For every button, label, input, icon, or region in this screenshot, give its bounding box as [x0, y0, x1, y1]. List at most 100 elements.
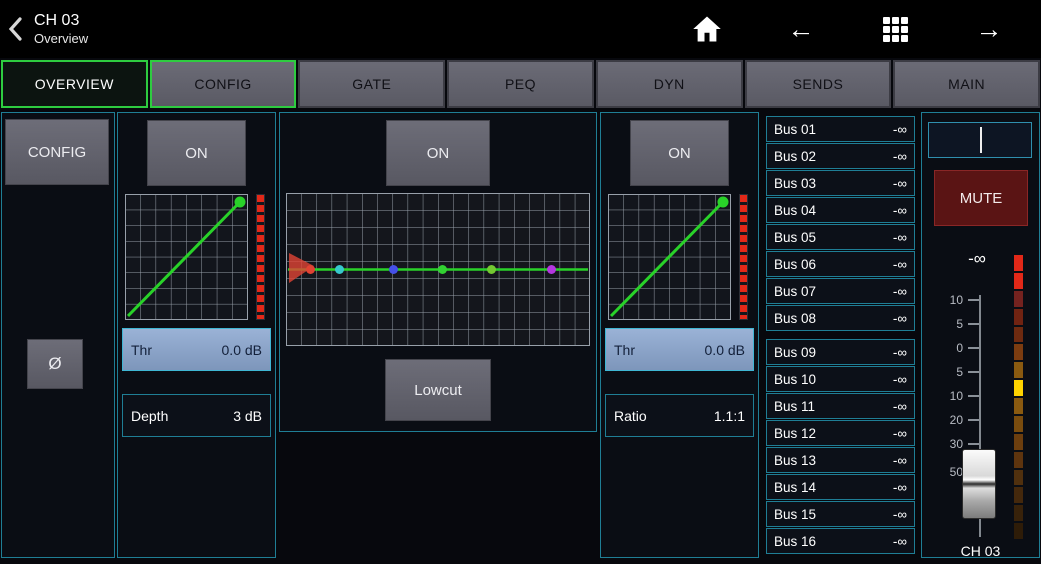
bus-send-level: -∞	[893, 453, 907, 468]
gate-on-button[interactable]: ON	[147, 120, 246, 186]
chevron-left-icon	[6, 14, 24, 44]
meter-segment	[1014, 362, 1023, 378]
bus-send-row-15[interactable]: Bus 15-∞	[766, 501, 915, 527]
view-subtitle: Overview	[34, 31, 88, 47]
bus-send-row-3[interactable]: Bus 03 -∞	[766, 170, 915, 196]
bus-name: Bus 12	[774, 426, 816, 441]
tab-gate[interactable]: GATE	[298, 60, 445, 108]
prev-button[interactable]: ←	[783, 11, 819, 47]
main-fader-panel: MUTE -∞ 10 5 0 5 10 20 30 50	[921, 112, 1040, 558]
lowcut-button[interactable]: Lowcut	[385, 359, 491, 421]
bus-send-row-12[interactable]: Bus 12 -∞	[766, 420, 915, 446]
bus-name: Bus 02	[774, 149, 816, 164]
meter-segment	[1014, 434, 1023, 450]
channel-header: CH 03 Overview	[34, 11, 88, 47]
gate-threshold-value: 0.0 dB	[222, 342, 262, 358]
bus-send-row-7[interactable]: Bus 07-∞	[766, 278, 915, 304]
pan-marker	[980, 127, 982, 153]
next-button[interactable]: →	[971, 11, 1007, 47]
bus-send-level: -∞	[893, 284, 907, 299]
meter-segment	[1014, 470, 1023, 486]
bus-send-row-11[interactable]: Bus 11-∞	[766, 393, 915, 419]
dyn-on-button[interactable]: ON	[630, 120, 729, 186]
bus-send-level: -∞	[893, 426, 907, 441]
gate-transfer-graph[interactable]	[125, 194, 248, 320]
dyn-threshold-field[interactable]: Thr 0.0 dB	[605, 328, 754, 371]
gate-threshold-field[interactable]: Thr 0.0 dB	[122, 328, 271, 371]
bus-name: Bus 03	[774, 176, 816, 191]
bus-name: Bus 14	[774, 480, 816, 495]
bus-send-row-16[interactable]: Bus 16-∞	[766, 528, 915, 554]
dyn-transfer-graph[interactable]	[608, 194, 731, 320]
peq-band2-handle[interactable]	[335, 265, 344, 274]
home-button[interactable]	[689, 11, 725, 47]
peq-on-button[interactable]: ON	[386, 120, 490, 186]
meter-segment	[1014, 487, 1023, 503]
keypad-button[interactable]	[877, 11, 913, 47]
bus-send-row-2[interactable]: Bus 02-∞	[766, 143, 915, 169]
meter-segment	[1014, 398, 1023, 414]
peq-curve-graph[interactable]	[286, 193, 590, 346]
bus-name: Bus 08	[774, 311, 816, 326]
dyn-ratio-value: 1.1:1	[714, 408, 745, 424]
tab-main[interactable]: MAIN	[893, 60, 1040, 108]
meter-segment	[1014, 452, 1023, 468]
fader-scale-mark: 10	[936, 293, 980, 307]
bus-send-level: -∞	[893, 230, 907, 245]
bus-send-row-1[interactable]: Bus 01-∞	[766, 116, 915, 142]
pan-indicator[interactable]	[928, 122, 1032, 158]
bus-name: Bus 04	[774, 203, 816, 218]
bus-name: Bus 09	[774, 345, 816, 360]
tab-sends[interactable]: SENDS	[745, 60, 892, 108]
tab-config[interactable]: CONFIG	[150, 60, 297, 108]
bus-send-row-13[interactable]: Bus 13-∞	[766, 447, 915, 473]
bus-send-level: -∞	[893, 203, 907, 218]
main-area: CONFIG Ø ON Thr 0.0 dB Depth 3 dB	[0, 110, 1041, 564]
tab-dyn[interactable]: DYN	[596, 60, 743, 108]
channel-level-meter	[1014, 255, 1023, 539]
fader-scale-mark: 5	[936, 317, 980, 331]
bus-name: Bus 15	[774, 507, 816, 522]
fader-scale-mark: 0	[936, 341, 980, 355]
meter-segment	[1014, 523, 1023, 539]
bus-send-row-5[interactable]: Bus 05 -∞	[766, 224, 915, 250]
config-button[interactable]: CONFIG	[5, 119, 109, 185]
mute-button[interactable]: MUTE	[934, 170, 1028, 226]
peq-band1-handle[interactable]	[306, 265, 315, 274]
bus-name: Bus 06	[774, 257, 816, 272]
bus-send-level: -∞	[893, 122, 907, 137]
dyn-ratio-field[interactable]: Ratio 1.1:1	[605, 394, 754, 437]
bus-send-level: -∞	[893, 176, 907, 191]
fader-scale-mark: 10	[936, 389, 980, 403]
meter-segment	[1014, 291, 1023, 307]
bus-send-row-14[interactable]: Bus 14 -∞	[766, 474, 915, 500]
bus-send-level: -∞	[893, 257, 907, 272]
phase-invert-button[interactable]: Ø	[27, 339, 83, 389]
bus-name: Bus 05	[774, 230, 816, 245]
bus-name: Bus 11	[774, 399, 815, 414]
bus-send-row-10[interactable]: Bus 10-∞	[766, 366, 915, 392]
bus-send-row-6[interactable]: Bus 06 -∞	[766, 251, 915, 277]
peq-band4-handle[interactable]	[438, 265, 447, 274]
home-icon	[692, 15, 722, 43]
dyn-ratio-label: Ratio	[614, 408, 647, 424]
peq-band5-handle[interactable]	[487, 265, 496, 274]
bus-name: Bus 16	[774, 534, 816, 549]
meter-segment	[1014, 344, 1023, 360]
tab-overview[interactable]: OVERVIEW	[1, 60, 148, 108]
bus-send-row-4[interactable]: Bus 04 -∞	[766, 197, 915, 223]
bus-name: Bus 10	[774, 372, 816, 387]
tab-bar: OVERVIEW CONFIG GATE PEQ DYN SENDS MAIN	[0, 58, 1041, 110]
back-button[interactable]: CH 03 Overview	[0, 11, 88, 47]
gate-depth-value: 3 dB	[233, 408, 262, 424]
gate-depth-field[interactable]: Depth 3 dB	[122, 394, 271, 437]
config-panel: CONFIG Ø	[1, 112, 115, 558]
bus-send-row-8[interactable]: Bus 08 -∞	[766, 305, 915, 331]
bus-send-level: -∞	[893, 480, 907, 495]
fader-handle[interactable]	[962, 449, 996, 519]
tab-peq[interactable]: PEQ	[447, 60, 594, 108]
bus-send-level: -∞	[893, 311, 907, 326]
peq-panel: ON Lowcut	[279, 112, 597, 432]
bus-send-row-9[interactable]: Bus 09-∞	[766, 339, 915, 365]
dyn-panel: ON Thr 0.0 dB Ratio 1.1:1	[600, 112, 759, 558]
